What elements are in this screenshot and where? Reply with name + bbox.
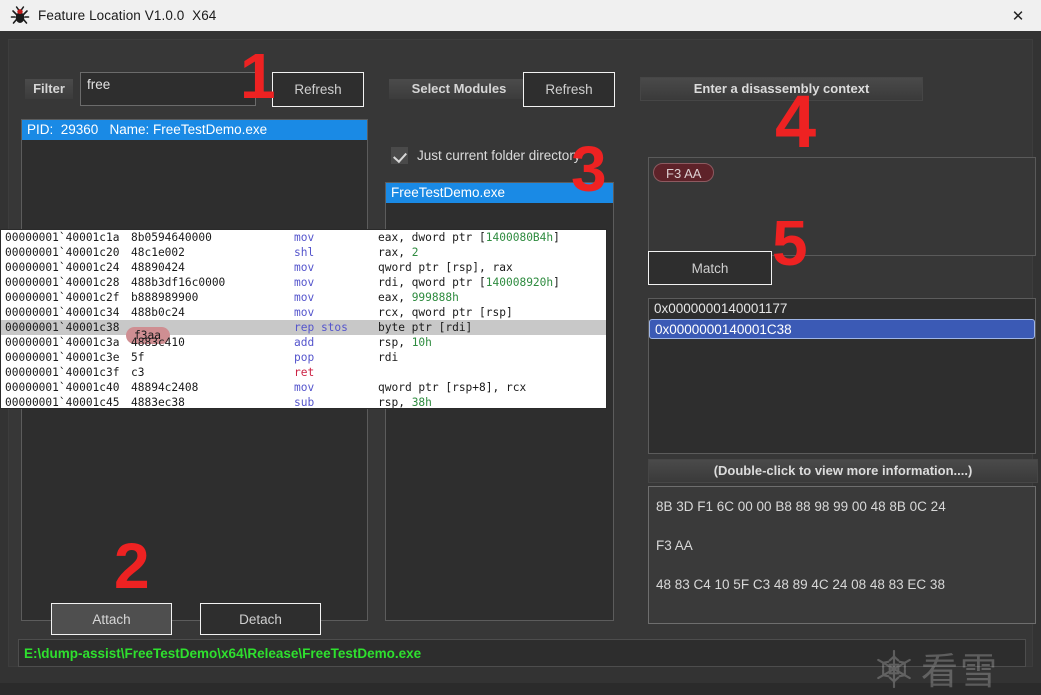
title-bar: Feature Location V1.0.0 X64 ✕	[0, 0, 1041, 32]
disasm-address: 00000001`40001c34	[5, 306, 120, 319]
filter-label: Filter	[25, 79, 73, 99]
disasm-bytes: 8b0594640000	[131, 231, 212, 244]
window-title: Feature Location V1.0.0 X64	[38, 8, 217, 23]
status-path: E:\dump-assist\FreeTestDemo\x64\Release\…	[24, 645, 422, 661]
disasm-row[interactable]: 00000001`40001c40 48894c2408 mov qword p…	[1, 380, 606, 395]
disasm-operands: rsp, 10h	[378, 336, 432, 349]
disasm-bytes: c3	[131, 366, 145, 379]
disassembly-view[interactable]: 00000001`40001c1a 8b0594640000 mov eax, …	[0, 229, 607, 409]
disasm-bytes: b888989900	[131, 291, 199, 304]
context-input[interactable]: F3 AA	[648, 157, 1036, 256]
disasm-mnemonic: mov	[294, 306, 315, 319]
disasm-row[interactable]: 00000001`40001c34 488b0c24 mov rcx, qwor…	[1, 305, 606, 320]
disasm-row[interactable]: 00000001`40001c3e 5f pop rdi	[1, 350, 606, 365]
just-current-folder-checkbox[interactable]: Just current folder directory	[391, 147, 581, 164]
disasm-mnemonic: ret	[294, 366, 315, 379]
context-token[interactable]: F3 AA	[653, 163, 715, 182]
disasm-bytes: 488b0c24	[131, 306, 185, 319]
disasm-operands: byte ptr [rdi]	[378, 321, 473, 334]
info-line: F3 AA	[656, 538, 693, 553]
disasm-mnemonic: pop	[294, 351, 315, 364]
match-results-list[interactable]: 0x0000000140001177 0x0000000140001C38	[648, 298, 1036, 454]
disasm-row[interactable]: 00000001`40001c2f b888989900 mov eax, 99…	[1, 290, 606, 305]
disasm-address: 00000001`40001c3a	[5, 336, 120, 349]
disasm-mnemonic: add	[294, 336, 315, 349]
disasm-mnemonic: mov	[294, 231, 315, 244]
checkbox-check-icon[interactable]	[391, 147, 408, 164]
disasm-bytes: 488b3df16c0000	[131, 276, 226, 289]
disasm-address: 00000001`40001c2f	[5, 291, 120, 304]
disasm-bytes: 5f	[131, 351, 145, 364]
list-item[interactable]: 0x0000000140001C38	[649, 319, 1035, 339]
disasm-mnemonic: mov	[294, 291, 315, 304]
disasm-operands: rdi	[378, 351, 399, 364]
filter-input-value: free	[87, 77, 111, 92]
disasm-address: 00000001`40001c20	[5, 246, 120, 259]
disasm-row[interactable]: 00000001`40001c20 48c1e002 shl rax, 2	[1, 245, 606, 260]
refresh-process-button[interactable]: Refresh	[272, 72, 364, 107]
disasm-operands: qword ptr [rsp], rax	[378, 261, 513, 274]
disasm-mnemonic: sub	[294, 396, 315, 409]
disasm-operands: rax, 2	[378, 246, 419, 259]
disasm-row[interactable]: 00000001`40001c24 48890424 mov qword ptr…	[1, 260, 606, 275]
disasm-bytes: 4883ec38	[131, 396, 185, 409]
attach-button[interactable]: Attach	[51, 603, 172, 635]
disasm-address: 00000001`40001c40	[5, 381, 120, 394]
disasm-mnemonic: mov	[294, 276, 315, 289]
disasm-bytes: 48c1e002	[131, 246, 185, 259]
disasm-row[interactable]: 00000001`40001c3a 4883c410 add rsp, 10h	[1, 335, 606, 350]
info-line: 48 83 C4 10 5F C3 48 89 4C 24 08 48 83 E…	[656, 577, 945, 592]
close-icon[interactable]: ✕	[995, 0, 1041, 31]
info-line: 8B 3D F1 6C 00 00 B8 88 98 99 00 48 8B 0…	[656, 499, 946, 514]
match-button[interactable]: Match	[648, 251, 772, 285]
disasm-row[interactable]: 00000001`40001c28 488b3df16c0000 mov rdi…	[1, 275, 606, 290]
disasm-mnemonic: shl	[294, 246, 315, 259]
disasm-address: 00000001`40001c38	[5, 321, 120, 334]
disasm-operands: rsp, 38h	[378, 396, 432, 409]
disasm-address: 00000001`40001c1a	[5, 231, 120, 244]
filter-input[interactable]: free	[80, 72, 256, 106]
disasm-address: 00000001`40001c28	[5, 276, 120, 289]
disasm-mnemonic: rep stos	[294, 321, 348, 334]
disasm-operands: rcx, qword ptr [rsp]	[378, 306, 513, 319]
list-item[interactable]: 0x0000000140001177	[649, 299, 1035, 319]
disasm-address: 00000001`40001c3e	[5, 351, 120, 364]
disasm-bytes: 48890424	[131, 261, 185, 274]
disasm-operands: eax, 999888h	[378, 291, 459, 304]
disasm-row[interactable]: 00000001`40001c1a 8b0594640000 mov eax, …	[1, 230, 606, 245]
detach-button[interactable]: Detach	[200, 603, 321, 635]
checkbox-label: Just current folder directory	[417, 148, 581, 163]
disasm-row[interactable]: 00000001`40001c3f c3 ret	[1, 365, 606, 380]
disasm-row-selected[interactable]: 00000001`40001c38 f3aa rep stos byte ptr…	[1, 320, 606, 344]
disasm-operands: qword ptr [rsp+8], rcx	[378, 381, 527, 394]
disasm-bytes: 4883c410	[131, 336, 185, 349]
disasm-bytes: 48894c2408	[131, 381, 199, 394]
disasm-mnemonic: mov	[294, 381, 315, 394]
disasm-address: 00000001`40001c3f	[5, 366, 120, 379]
status-bar: E:\dump-assist\FreeTestDemo\x64\Release\…	[18, 639, 1026, 667]
disasm-row[interactable]: 00000001`40001c45 4883ec38 sub rsp, 38h	[1, 395, 606, 409]
disassembly-context-label: Enter a disassembly context	[640, 77, 923, 101]
bug-icon	[9, 5, 31, 26]
disasm-address: 00000001`40001c45	[5, 396, 120, 409]
disasm-mnemonic: mov	[294, 261, 315, 274]
disasm-address: 00000001`40001c24	[5, 261, 120, 274]
list-item[interactable]: PID: 29360 Name: FreeTestDemo.exe	[22, 120, 367, 140]
select-modules-label: Select Modules	[389, 79, 529, 99]
info-hint-label: (Double-click to view more information..…	[648, 459, 1038, 483]
refresh-modules-button[interactable]: Refresh	[523, 72, 615, 107]
disasm-operands: rdi, qword ptr [140008920h]	[378, 276, 560, 289]
disasm-operands: eax, dword ptr [1400080B4h]	[378, 231, 560, 244]
info-detail-box[interactable]: 8B 3D F1 6C 00 00 B8 88 98 99 00 48 8B 0…	[648, 486, 1036, 624]
list-item[interactable]: FreeTestDemo.exe	[386, 183, 613, 203]
